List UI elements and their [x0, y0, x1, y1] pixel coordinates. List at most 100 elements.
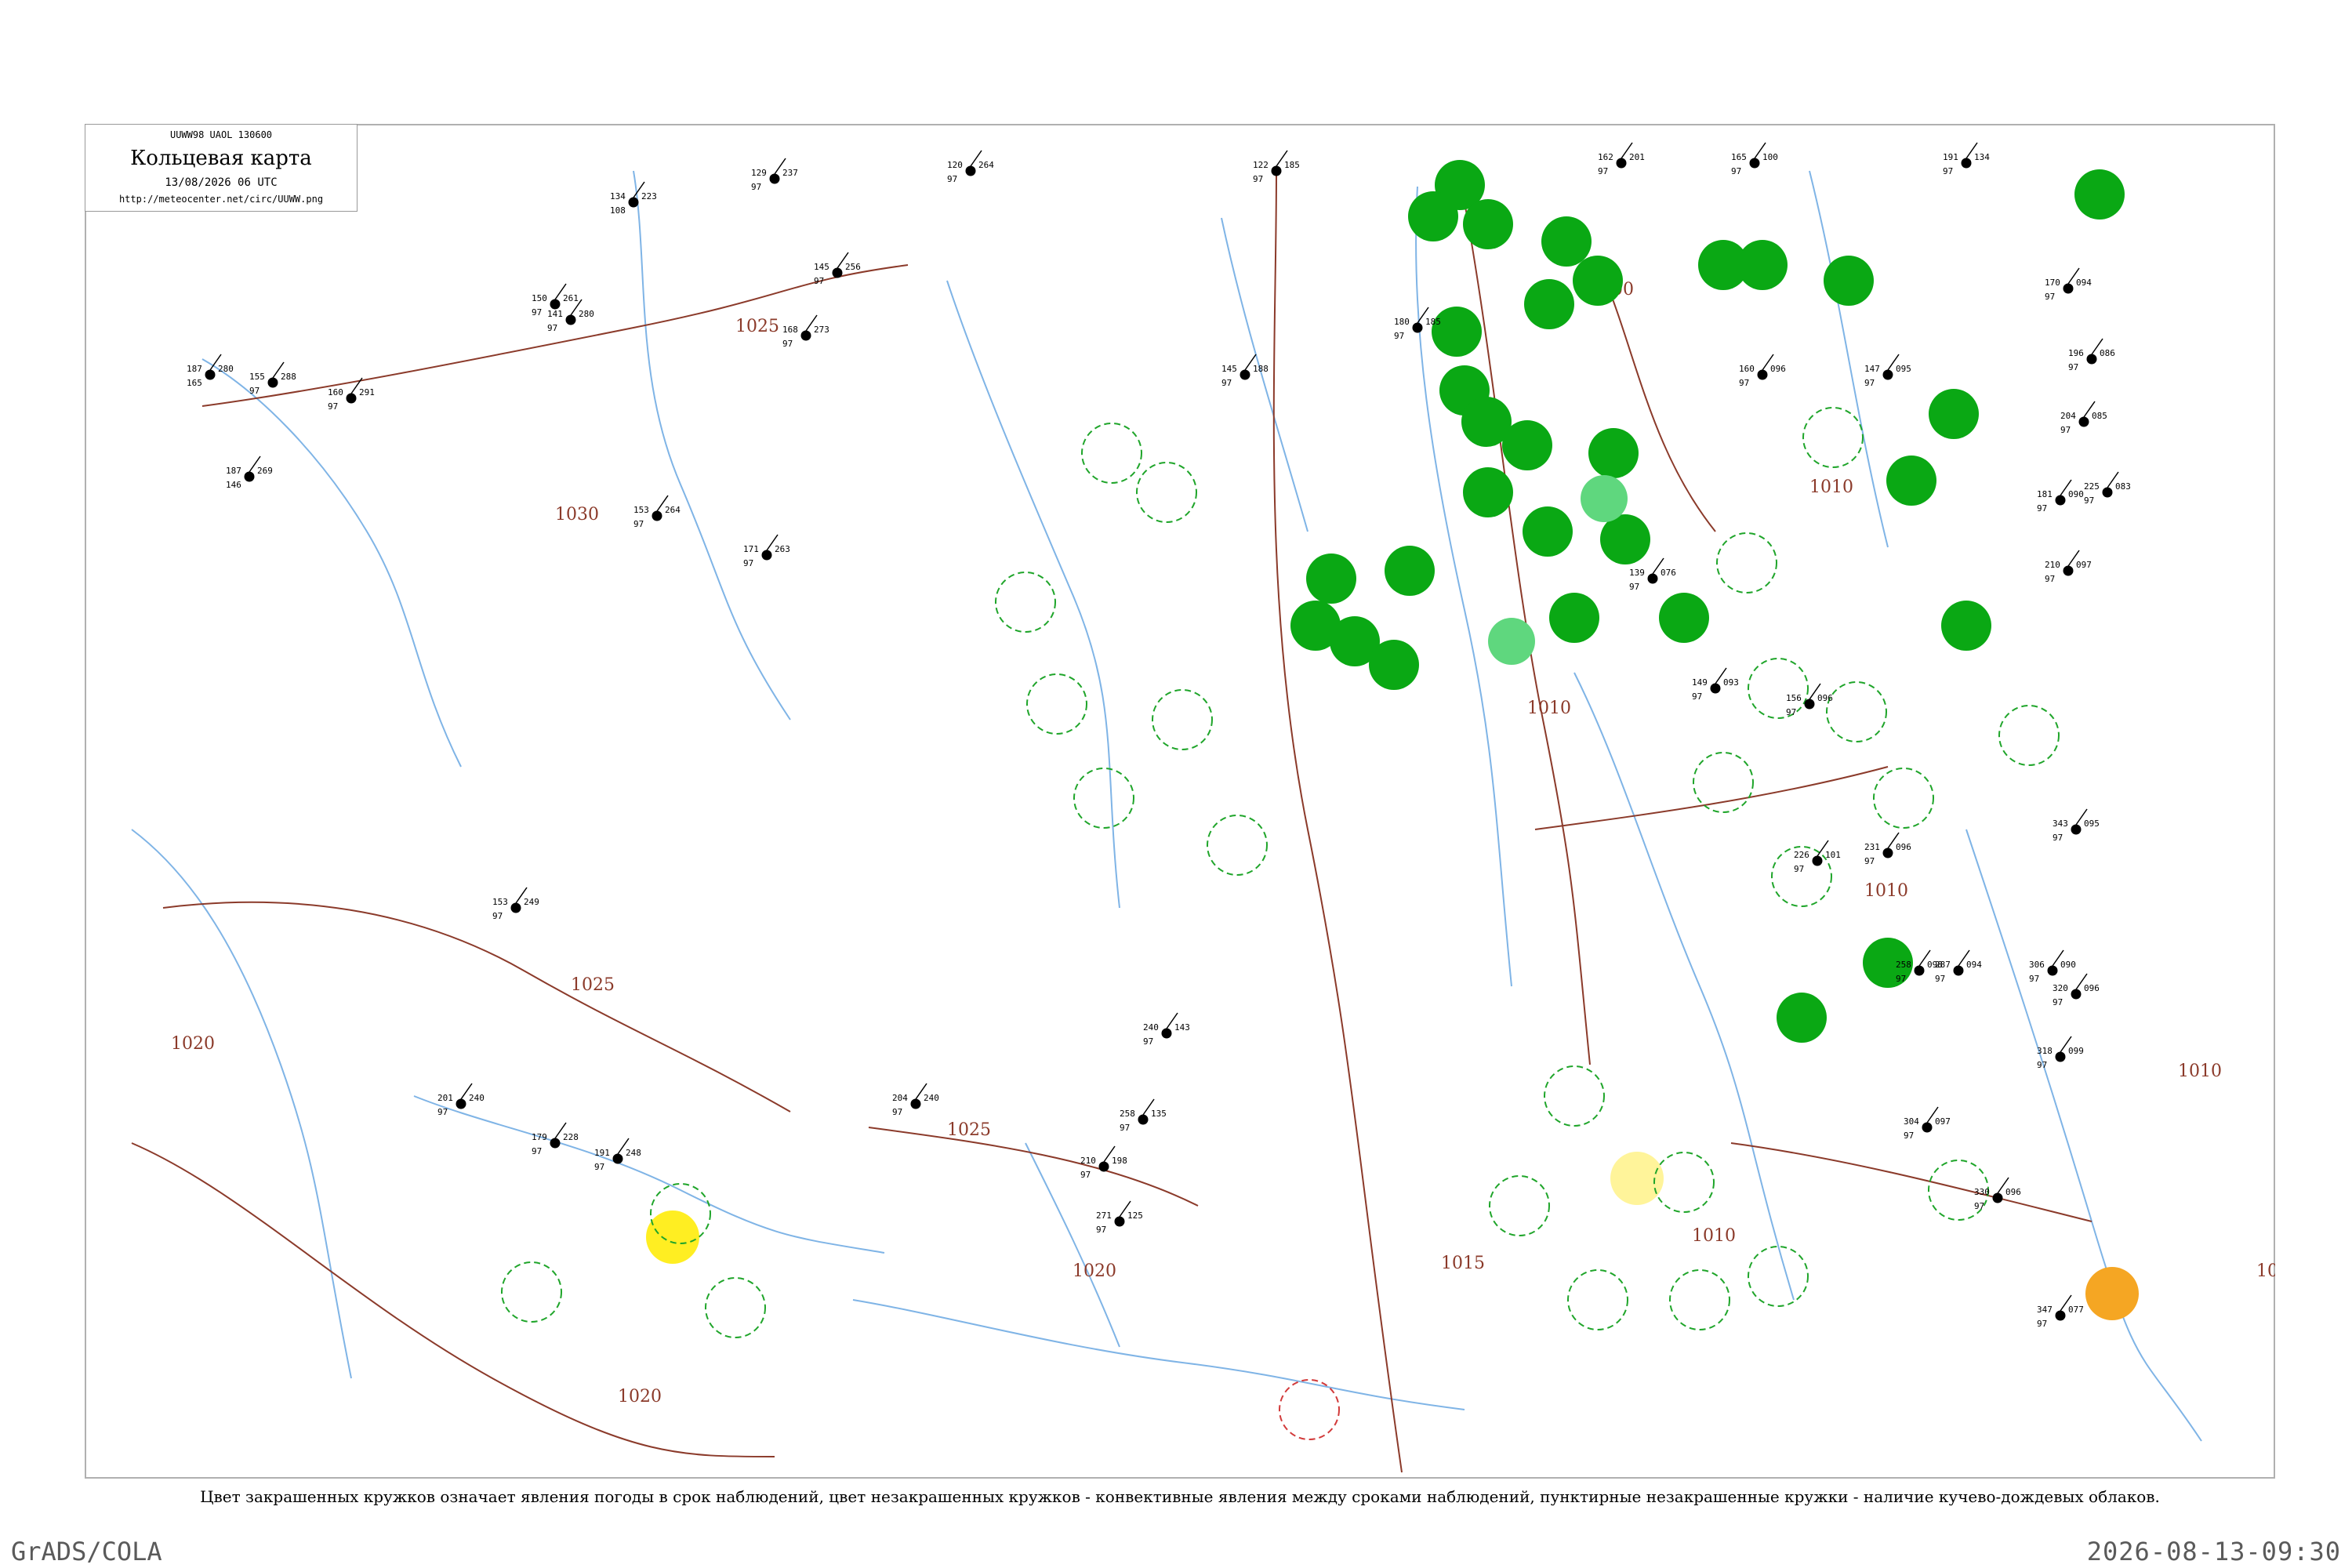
station-dewpoint: 97	[814, 276, 824, 286]
station-pressure: 261	[563, 293, 579, 303]
station-plot[interactable]: 304 097 97	[1904, 1106, 1951, 1141]
station-plot[interactable]: 191 134 97	[1943, 142, 1990, 176]
rain-circle	[1659, 593, 1709, 643]
station-cloud-cover-icon	[652, 510, 662, 521]
station-plot[interactable]: 343 095 97	[2053, 808, 2100, 843]
station-plot[interactable]: 210 097 97	[2045, 550, 2092, 584]
cb-ring	[1669, 1269, 1730, 1330]
station-temperature: 145	[814, 262, 829, 272]
station-temperature: 153	[633, 505, 649, 515]
station-pressure: 085	[2092, 411, 2107, 421]
station-plot[interactable]: 168 273 97	[782, 314, 829, 349]
station-plot[interactable]: 258 135 97	[1120, 1098, 1167, 1133]
station-plot[interactable]: 196 086 97	[2068, 338, 2115, 372]
station-plot[interactable]: 204 240 97	[892, 1083, 939, 1117]
station-cloud-cover-icon	[1749, 158, 1760, 169]
station-temperature: 187	[187, 364, 202, 374]
station-plot[interactable]: 191 248 97	[594, 1138, 641, 1172]
station-temperature: 149	[1692, 677, 1708, 688]
station-temperature: 171	[743, 544, 759, 554]
station-plot[interactable]: 145 256 97	[814, 252, 861, 286]
light-rain-circle	[1581, 475, 1628, 522]
station-plot[interactable]: 153 264 97	[633, 495, 681, 529]
station-cloud-cover-icon	[1992, 1192, 2003, 1203]
station-dewpoint: 97	[782, 339, 793, 349]
station-dewpoint: 97	[2084, 495, 2094, 506]
station-cloud-cover-icon	[761, 550, 772, 561]
station-dewpoint: 97	[2037, 1060, 2047, 1070]
station-pressure: 269	[257, 466, 273, 476]
station-cloud-cover-icon	[612, 1153, 623, 1164]
station-temperature: 258	[1120, 1109, 1135, 1119]
isobar-label: 1025	[947, 1120, 991, 1140]
station-dewpoint: 97	[249, 386, 260, 396]
station-dewpoint: 97	[2053, 833, 2063, 843]
station-plot[interactable]: 226 101 97	[1794, 840, 1841, 874]
station-plot[interactable]: 153 249 97	[492, 887, 539, 921]
isobar-label: 10	[2256, 1261, 2275, 1281]
station-temperature: 162	[1598, 152, 1613, 162]
station-plot[interactable]: 171 263 97	[743, 534, 790, 568]
station-plot[interactable]: 318 099 97	[2037, 1036, 2084, 1070]
station-plot[interactable]: 179 228 97	[532, 1122, 579, 1156]
station-plot[interactable]: 320 096 97	[2053, 973, 2100, 1007]
station-plot[interactable]: 162 201 97	[1598, 142, 1645, 176]
station-plot[interactable]: 231 096 97	[1864, 832, 1911, 866]
cb-ring	[1081, 423, 1142, 484]
station-plot[interactable]: 120 264 97	[947, 150, 994, 184]
rain-circle	[1549, 593, 1599, 643]
station-plot[interactable]: 287 094 97	[1935, 949, 1982, 984]
station-plot[interactable]: 134 223 108	[610, 181, 657, 216]
station-plot[interactable]: 187 280 165	[187, 354, 234, 388]
rain-circle	[1941, 601, 1991, 651]
rain-circle	[1541, 216, 1592, 267]
station-plot[interactable]: 155 288 97	[249, 361, 296, 396]
station-plot[interactable]: 330 096 97	[1974, 1177, 2021, 1211]
cb-ring	[1136, 462, 1197, 523]
station-dewpoint: 97	[1935, 974, 1945, 984]
station-temperature: 153	[492, 897, 508, 907]
station-cloud-cover-icon	[1882, 848, 1893, 858]
station-plot[interactable]: 145 188 97	[1221, 354, 1269, 388]
cb-ring	[501, 1261, 562, 1323]
station-temperature: 196	[2068, 348, 2084, 358]
station-dewpoint: 97	[743, 558, 753, 568]
station-cloud-cover-icon	[2055, 495, 2066, 506]
station-plot[interactable]: 240 143 97	[1143, 1012, 1190, 1047]
station-temperature: 150	[532, 293, 547, 303]
station-plot[interactable]: 156 096 97	[1786, 683, 1833, 717]
station-cloud-cover-icon	[800, 330, 811, 341]
station-cloud-cover-icon	[2055, 1310, 2066, 1321]
station-plot[interactable]: 225 083 97	[2084, 471, 2131, 506]
cb-ring	[1544, 1065, 1605, 1127]
station-plot[interactable]: 165 100 97	[1731, 142, 1778, 176]
station-temperature: 165	[1731, 152, 1747, 162]
station-temperature: 330	[1974, 1187, 1990, 1197]
station-pressure: 256	[845, 262, 861, 272]
station-plot[interactable]: 160 096 97	[1739, 354, 1786, 388]
station-plot[interactable]: 181 090 97	[2037, 479, 2084, 514]
station-map[interactable]: 1030 1025 1025 1025 1020 1020 1020 1015 …	[85, 124, 2275, 1479]
rain-circle	[1369, 640, 1419, 690]
station-pressure: 264	[978, 160, 994, 170]
station-plot[interactable]: 306 090 97	[2029, 949, 2076, 984]
station-plot[interactable]: 129 237 97	[751, 158, 798, 192]
station-plot[interactable]: 271 125 97	[1096, 1200, 1143, 1235]
station-pressure: 240	[924, 1093, 939, 1103]
station-plot[interactable]: 170 094 97	[2045, 267, 2092, 302]
station-temperature: 304	[1904, 1116, 1919, 1127]
station-cloud-cover-icon	[550, 1138, 561, 1149]
station-plot[interactable]: 347 077 97	[2037, 1294, 2084, 1329]
station-plot[interactable]: 147 095 97	[1864, 354, 1911, 388]
station-pressure: 188	[1253, 364, 1269, 374]
station-plot[interactable]: 187 269 146	[226, 456, 273, 490]
light-rain-circle	[1488, 618, 1535, 665]
rivers	[131, 170, 2202, 1442]
station-plot[interactable]: 149 093 97	[1692, 667, 1739, 702]
station-cloud-cover-icon	[2086, 354, 2097, 365]
isobar-label: 1020	[171, 1034, 215, 1054]
cb-ring	[1073, 768, 1134, 829]
cb-ring	[1748, 1246, 1809, 1307]
station-plot[interactable]: 139 076 97	[1629, 557, 1676, 592]
station-plot[interactable]: 204 085 97	[2060, 401, 2107, 435]
